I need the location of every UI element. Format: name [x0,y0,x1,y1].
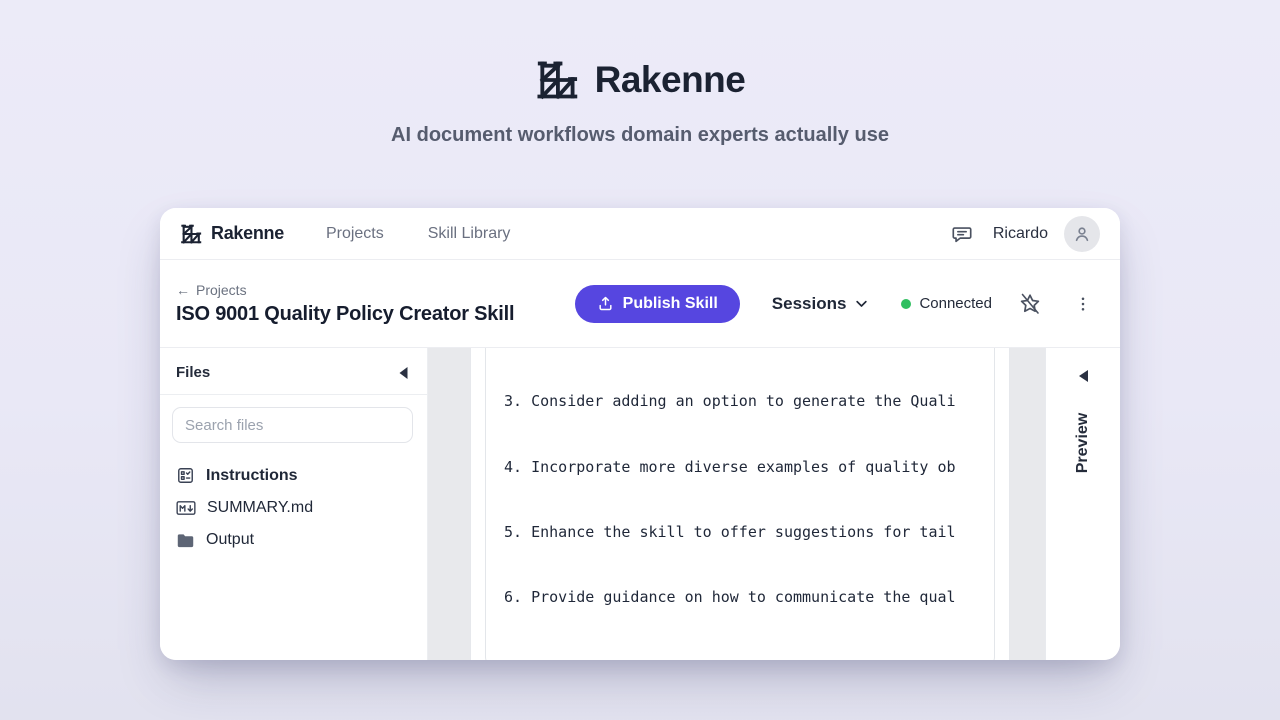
sessions-dropdown[interactable]: Sessions [772,294,870,314]
preview-panel-toggle[interactable]: Preview [1045,348,1120,660]
session-content[interactable]: 3. Consider adding an option to generate… [428,348,1045,660]
sessions-label: Sessions [772,294,847,314]
hero-tagline: AI document workflows domain experts act… [0,124,1280,147]
top-navbar: Rakenne Projects Skill Library Ricardo [160,208,1120,260]
username-label: Ricardo [993,225,1048,243]
code-line: 4. Incorporate more diverse examples of … [504,457,994,479]
file-item-instructions[interactable]: Instructions [160,459,427,492]
code-line: 6. Provide guidance on how to communicat… [504,587,994,609]
nav-link-projects[interactable]: Projects [326,225,384,243]
nav-link-skill-library[interactable]: Skill Library [428,225,511,243]
file-name: SUMMARY.md [207,499,313,517]
expand-preview-icon [1079,370,1088,382]
skill-toolbar: ← Projects ISO 9001 Quality Policy Creat… [160,260,1120,348]
files-sidebar: Files [160,348,428,660]
feedback-chat-button[interactable] [947,219,977,249]
hero-title: Rakenne [595,59,746,101]
hero-section: Rakenne AI document workflows domain exp… [0,58,1280,147]
back-arrow-icon: ← [176,282,190,298]
publish-skill-button[interactable]: Publish Skill [575,285,740,323]
page-title: ISO 9001 Quality Policy Creator Skill [176,303,514,326]
report-card: 3. Consider adding an option to generate… [470,348,1010,660]
file-list: Instructions SUMMARY.md [160,451,427,556]
preview-label: Preview [1074,413,1092,473]
code-line: 5. Enhance the skill to offer suggestion… [504,522,994,544]
collapse-sidebar-icon[interactable] [398,367,409,379]
more-options-button[interactable] [1070,291,1096,317]
nav-brand-label: Rakenne [211,223,284,244]
app-window: Rakenne Projects Skill Library Ricardo [160,208,1120,660]
status-label: Connected [919,295,992,312]
unstar-button[interactable] [1014,288,1046,320]
search-files-input[interactable] [172,407,413,443]
speech-bubble-icon [951,223,973,245]
star-off-icon [1018,292,1042,316]
folder-icon [176,532,195,549]
rakenne-logo-icon [535,58,579,102]
file-name: Output [206,531,254,549]
nav-brand[interactable]: Rakenne [180,223,284,245]
avatar[interactable] [1064,216,1100,252]
breadcrumb[interactable]: ← Projects [176,282,514,298]
code-line: 3. Consider adding an option to generate… [504,391,994,413]
publish-skill-label: Publish Skill [623,295,718,313]
status-dot-icon [901,299,911,309]
kebab-menu-icon [1074,295,1092,313]
markdown-icon [176,500,196,516]
file-name: Instructions [206,467,298,485]
files-header-label: Files [176,364,210,381]
person-icon [1072,224,1092,244]
breadcrumb-label: Projects [196,282,247,298]
code-block: 3. Consider adding an option to generate… [485,348,995,660]
chevron-down-icon [854,296,869,311]
connection-status: Connected [901,295,992,312]
rakenne-logo-icon [180,223,202,245]
file-item-output[interactable]: Output [160,524,427,556]
file-item-summary[interactable]: SUMMARY.md [160,492,427,524]
checklist-icon [176,466,195,485]
upload-icon [597,295,614,312]
